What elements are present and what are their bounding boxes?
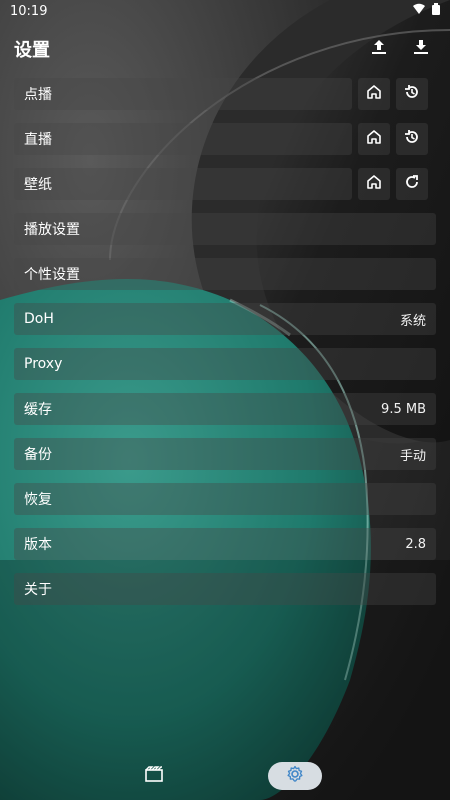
home-icon (365, 83, 383, 105)
player-label: 播放设置 (24, 222, 80, 238)
settings-row-player: 播放设置 (14, 213, 436, 245)
vod-setting[interactable]: 点播 (14, 78, 352, 110)
vod-history-button[interactable] (396, 78, 428, 110)
settings-row-vod: 点播 (14, 78, 428, 110)
wallpaper-refresh-button[interactable] (396, 168, 428, 200)
app-header: 设置 (0, 30, 450, 70)
version-value: 2.8 (405, 536, 426, 552)
settings-row-doh: DoH 系统 (14, 303, 436, 335)
download-button[interactable] (408, 36, 434, 62)
status-time: 10:19 (10, 3, 48, 19)
home-icon (365, 128, 383, 150)
cache-value: 9.5 MB (381, 401, 426, 417)
about-setting[interactable]: 关于 (14, 573, 436, 605)
upload-button[interactable] (366, 36, 392, 62)
battery-icon (432, 3, 440, 19)
cache-label: 缓存 (24, 402, 52, 418)
backup-label: 备份 (24, 447, 52, 463)
settings-row-cache: 缓存 9.5 MB (14, 393, 436, 425)
refresh-icon (403, 173, 421, 195)
status-icons (412, 3, 440, 19)
personal-label: 个性设置 (24, 267, 80, 283)
restore-label: 恢复 (24, 492, 52, 508)
vod-label: 点播 (24, 87, 52, 103)
history-icon (403, 128, 421, 150)
cache-setting[interactable]: 缓存 9.5 MB (14, 393, 436, 425)
page-title: 设置 (14, 40, 50, 61)
settings-row-personal: 个性设置 (14, 258, 436, 290)
proxy-setting[interactable]: Proxy (14, 348, 436, 380)
live-home-button[interactable] (358, 123, 390, 155)
live-label: 直播 (24, 132, 52, 148)
history-icon (403, 83, 421, 105)
vod-home-button[interactable] (358, 78, 390, 110)
settings-row-proxy: Proxy (14, 348, 436, 380)
home-icon (365, 173, 383, 195)
restore-setting[interactable]: 恢复 (14, 483, 436, 515)
settings-row-restore: 恢复 (14, 483, 436, 515)
live-setting[interactable]: 直播 (14, 123, 352, 155)
wifi-icon (412, 3, 426, 19)
settings-row-live: 直播 (14, 123, 428, 155)
doh-label: DoH (24, 311, 54, 327)
doh-setting[interactable]: DoH 系统 (14, 303, 436, 335)
about-label: 关于 (24, 582, 52, 598)
version-label: 版本 (24, 537, 52, 553)
film-icon (145, 766, 163, 786)
bottom-navigation (0, 758, 450, 794)
player-setting[interactable]: 播放设置 (14, 213, 436, 245)
wallpaper-home-button[interactable] (358, 168, 390, 200)
proxy-label: Proxy (24, 356, 63, 372)
wallpaper-label: 壁纸 (24, 177, 52, 193)
personal-setting[interactable]: 个性设置 (14, 258, 436, 290)
backup-setting[interactable]: 备份 手动 (14, 438, 436, 470)
settings-row-backup: 备份 手动 (14, 438, 436, 470)
doh-value: 系统 (399, 313, 426, 329)
nav-settings-button[interactable] (268, 762, 322, 790)
settings-icon (286, 765, 304, 787)
nav-vod-button[interactable] (130, 762, 178, 790)
backup-value: 手动 (399, 448, 426, 464)
version-setting[interactable]: 版本 2.8 (14, 528, 436, 560)
upload-icon (370, 38, 388, 60)
settings-row-about: 关于 (14, 573, 436, 605)
live-history-button[interactable] (396, 123, 428, 155)
download-icon (412, 38, 430, 60)
settings-row-version: 版本 2.8 (14, 528, 436, 560)
wallpaper-setting[interactable]: 壁纸 (14, 168, 352, 200)
status-bar: 10:19 (0, 0, 450, 22)
settings-row-wallpaper: 壁纸 (14, 168, 428, 200)
